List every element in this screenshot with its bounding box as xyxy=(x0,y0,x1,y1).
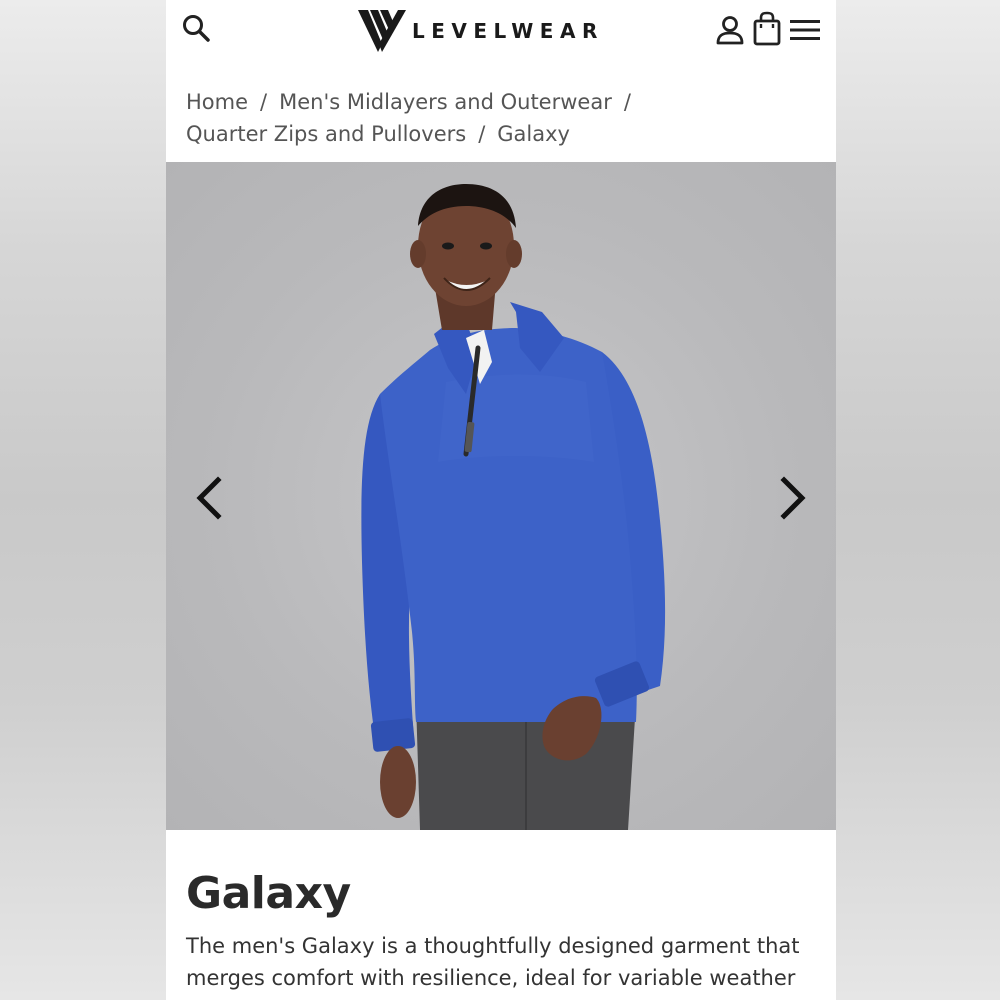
mobile-page: LEVELWEAR Home / Men's Midlayers and Out… xyxy=(166,0,836,1000)
breadcrumb-home[interactable]: Home xyxy=(186,90,248,114)
site-header: LEVELWEAR xyxy=(166,0,836,62)
breadcrumb: Home / Men's Midlayers and Outerwear / Quart… xyxy=(186,86,816,150)
breadcrumb-mens-midlayers[interactable]: Men's Midlayers and Outerwear xyxy=(279,90,612,114)
chevron-right-icon xyxy=(780,476,806,520)
menu-button[interactable] xyxy=(788,16,822,44)
search-icon xyxy=(183,15,210,42)
product-image-carousel[interactable] xyxy=(166,162,836,830)
brand-logo[interactable]: LEVELWEAR xyxy=(358,6,604,56)
cart-button[interactable] xyxy=(752,11,782,47)
shopping-bag-icon xyxy=(753,11,781,46)
account-icon xyxy=(716,16,744,45)
breadcrumb-separator: / xyxy=(260,90,268,114)
brand-name: LEVELWEAR xyxy=(412,19,604,43)
carousel-next-button[interactable] xyxy=(772,468,812,528)
product-description: The men's Galaxy is a thoughtfully desig… xyxy=(186,934,800,990)
breadcrumb-current: Galaxy xyxy=(497,122,570,146)
product-title: Galaxy xyxy=(186,868,351,919)
breadcrumb-quarter-zips[interactable]: Quarter Zips and Pullovers xyxy=(186,122,466,146)
product-photo xyxy=(361,184,666,830)
carousel-prev-button[interactable] xyxy=(190,468,230,528)
search-button[interactable] xyxy=(180,12,214,46)
hamburger-menu-icon xyxy=(790,20,820,40)
breadcrumb-separator: / xyxy=(478,122,486,146)
background-blur-right xyxy=(836,0,1000,1000)
background-blur-left xyxy=(0,0,166,1000)
chevron-left-icon xyxy=(196,476,222,520)
breadcrumb-separator: / xyxy=(623,90,631,114)
account-button[interactable] xyxy=(714,14,746,46)
levelwear-logo-icon xyxy=(358,10,406,52)
